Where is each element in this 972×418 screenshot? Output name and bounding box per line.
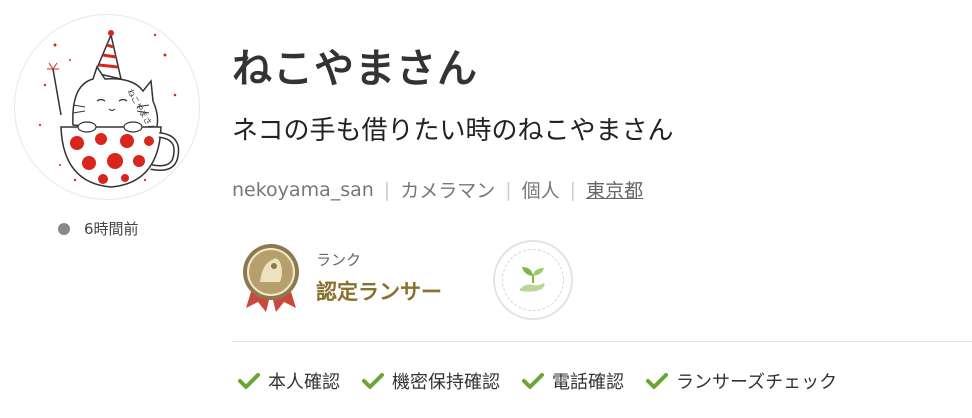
last-seen-text: 6時間前 — [84, 220, 139, 238]
verification-label: 本人確認 — [268, 372, 340, 393]
rank-value: 認定ランサー — [316, 279, 442, 304]
location-link[interactable]: 東京都 — [586, 176, 643, 203]
rank-label: ランク — [316, 250, 362, 269]
check-icon — [238, 373, 260, 389]
sprout-badge-inner — [502, 249, 564, 311]
divider — [232, 341, 972, 342]
check-icon — [362, 373, 384, 389]
rank-text: ランク 認定ランサー — [316, 249, 442, 306]
separator: | — [383, 178, 391, 201]
avatar-illustration: ねこやまさん — [38, 30, 182, 188]
verification-identity: 本人確認 — [238, 368, 340, 394]
verification-phone: 電話確認 — [522, 368, 624, 394]
status-dot-icon — [58, 222, 70, 235]
username: nekoyama_san — [232, 178, 374, 201]
check-icon — [522, 373, 544, 389]
separator: | — [569, 178, 577, 201]
avatar[interactable]: ねこやまさん — [14, 14, 200, 200]
verification-list: 本人確認 機密保持確認 電話確認 ランサーズチェック — [238, 368, 859, 394]
sprout-badge[interactable] — [493, 240, 573, 320]
medal-badge-icon — [243, 244, 299, 312]
verification-label: 電話確認 — [552, 372, 624, 393]
sprout-icon — [520, 267, 545, 292]
verification-nda: 機密保持確認 — [362, 368, 500, 394]
last-seen-status: 6時間前 — [58, 218, 139, 239]
catchphrase: ネコの手も借りたい時のねこやまさん — [232, 116, 674, 146]
verification-lancers-check: ランサーズチェック — [646, 368, 837, 394]
separator: | — [505, 178, 512, 201]
verification-label: 機密保持確認 — [392, 372, 500, 393]
page-title: ねこやまさん — [232, 46, 478, 92]
occupation: カメラマン — [400, 180, 496, 202]
check-icon — [646, 373, 668, 389]
profile-meta: nekoyama_san | カメラマン | 個人 | 東京都 — [232, 176, 643, 203]
rank-badge[interactable]: ランク 認定ランサー — [240, 242, 442, 312]
verification-label: ランサーズチェック — [676, 372, 838, 393]
account-type: 個人 — [521, 180, 560, 202]
